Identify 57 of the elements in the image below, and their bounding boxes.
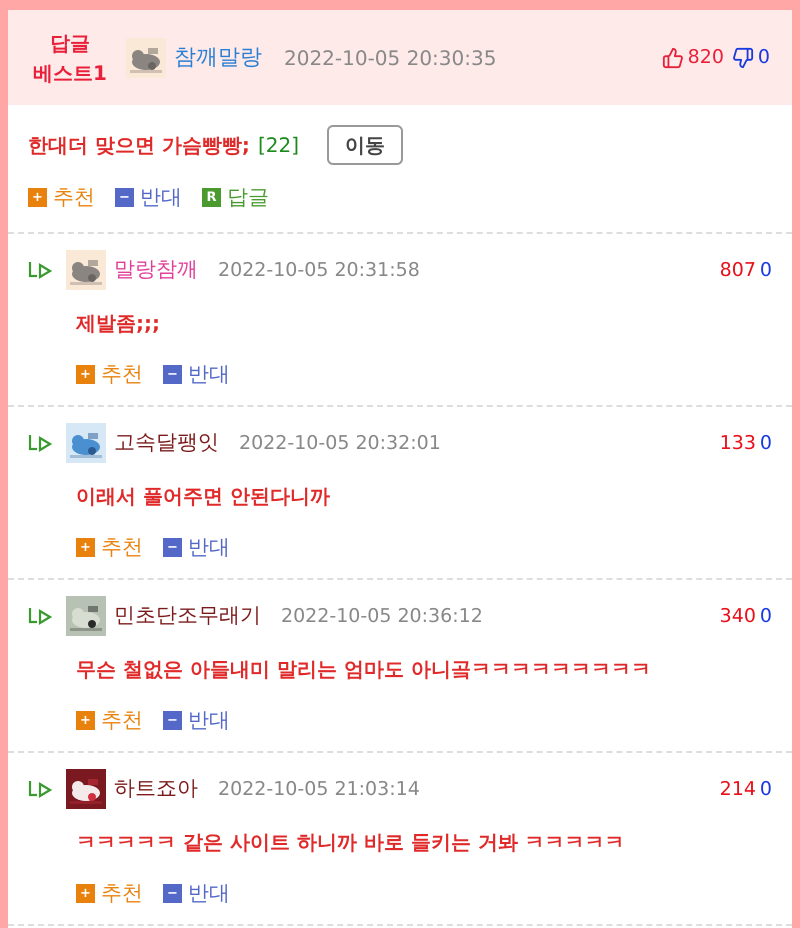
badge-text: 답글 [50,30,90,56]
timestamp: 2022-10-05 21:03:14 [218,776,420,802]
timestamp: 2022-10-05 20:30:35 [284,44,496,72]
recommend-mark: + [76,365,95,384]
thumbs-up-icon[interactable] [662,46,684,68]
comment-text: 무슨 철없은 아들내미 말리는 엄마도 아니곸ㅋㅋㅋㅋㅋㅋㅋㅋㅋ [76,657,651,681]
dislike-count: 0 [760,776,772,802]
comment-text: 제발좀;;; [76,311,160,335]
dislike-count: 0 [760,430,772,456]
badge-text: 베스트1 [33,60,107,86]
move-button[interactable]: 이동 [327,125,403,165]
recommend-mark: + [28,188,47,207]
reply-arrow-icon [28,434,52,452]
like-count: 820 [688,45,724,70]
recommend-link[interactable]: 추천 [101,883,143,904]
reply-count: [22] [258,132,299,159]
recommend-mark: + [76,884,95,903]
dislike-count: 0 [760,258,772,283]
oppose-link[interactable]: 반대 [188,537,230,558]
reply-mark: R [202,188,221,207]
like-count: 807 [720,258,756,283]
author-name[interactable]: 하트죠아 [114,773,198,805]
comment-text: 한대더 맞으면 가슴빵빵; [28,132,250,159]
reply-arrow-icon [28,780,52,798]
oppose-mark: − [163,711,182,730]
like-count: 214 [720,776,756,802]
oppose-link[interactable]: 반대 [188,883,230,904]
timestamp: 2022-10-05 20:31:58 [218,258,420,283]
oppose-link[interactable]: 반대 [188,364,230,385]
author-name[interactable]: 민초단조무래기 [114,600,261,632]
recommend-mark: + [76,711,95,730]
comment-text: 이래서 풀어주면 안된다니까 [76,484,330,508]
recommend-mark: + [76,538,95,557]
author-name[interactable]: 고속달팽잇 [114,427,219,459]
dislike-count: 0 [760,604,772,629]
timestamp: 2022-10-05 20:32:01 [239,430,441,456]
dislike-count: 0 [758,45,770,70]
author-name[interactable]: 참깨말랑 [174,41,262,74]
oppose-mark: − [163,365,182,384]
oppose-link[interactable]: 반대 [188,710,230,731]
reply-link[interactable]: 답글 [227,187,269,208]
recommend-link[interactable]: 추천 [101,537,143,558]
reply-arrow-icon [28,607,52,625]
recommend-link[interactable]: 추천 [101,364,143,385]
thumbs-down-icon[interactable] [732,46,754,68]
reply-arrow-icon [28,261,52,279]
recommend-link[interactable]: 추천 [53,187,95,208]
like-count: 340 [720,604,756,629]
author-name[interactable]: 말랑참깨 [114,254,198,286]
oppose-mark: − [115,188,134,207]
oppose-mark: − [163,538,182,557]
like-count: 133 [720,430,756,456]
timestamp: 2022-10-05 20:36:12 [281,604,483,629]
oppose-link[interactable]: 반대 [140,187,182,208]
oppose-mark: − [163,884,182,903]
recommend-link[interactable]: 추천 [101,710,143,731]
comment-text: ㅋㅋㅋㅋㅋ 같은 사이트 하니까 바로 들키는 거봐 ㅋㅋㅋㅋㅋ [76,830,625,854]
